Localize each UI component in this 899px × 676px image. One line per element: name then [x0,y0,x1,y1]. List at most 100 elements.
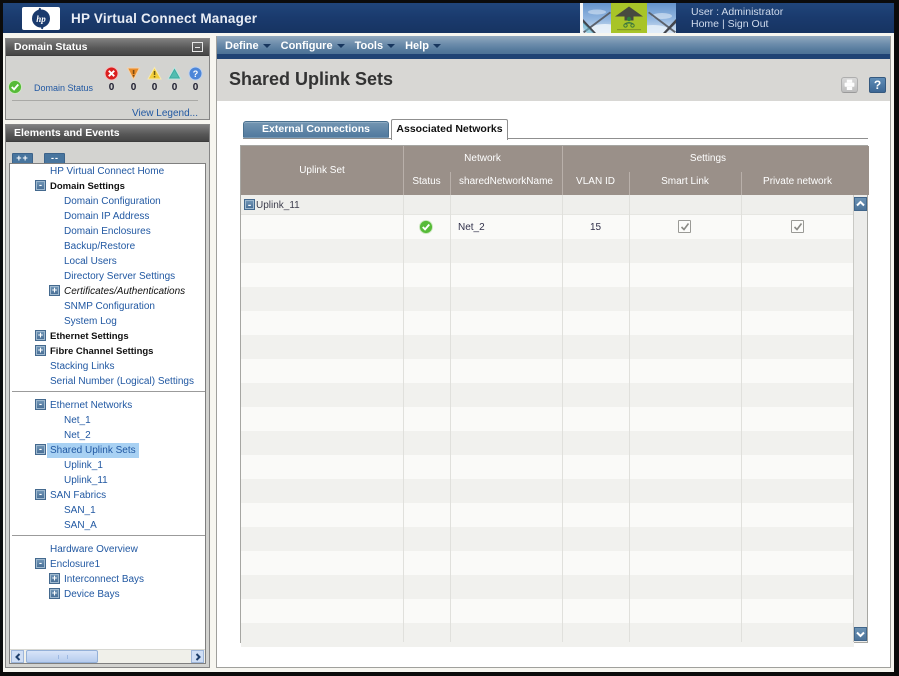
expand-node-icon[interactable]: + [50,589,59,598]
tree-item-stacking-links[interactable]: Stacking Links [50,359,114,374]
tree-item-san-1[interactable]: SAN_1 [64,503,96,518]
uplink-set-row[interactable]: - Uplink_11 [241,195,854,215]
collapse-node-icon[interactable]: - [36,400,45,409]
vertical-scrollbar[interactable] [853,195,867,642]
print-icon[interactable] [841,77,858,93]
network-row[interactable]: Net_2 15 [241,215,854,239]
tree-item-domain-enclosures[interactable]: Domain Enclosures [64,224,151,239]
tree-item: Domain Enclosures [10,224,205,239]
tree-separator [12,535,205,536]
tree-item-enclosure1[interactable]: Enclosure1 [50,557,100,572]
shared-network-name: Net_2 [458,222,485,233]
collapse-node-icon[interactable]: - [36,490,45,499]
expand-node-icon[interactable]: + [50,574,59,583]
tree-item-net-2[interactable]: Net_2 [64,428,91,443]
tree-item-uplink-11[interactable]: Uplink_11 [64,473,108,488]
collapse-panel-icon[interactable] [192,42,203,52]
expand-node-icon[interactable]: + [50,286,59,295]
smart-link-checkbox[interactable] [678,220,691,233]
tree-items: HP Virtual Connect Home-Domain SettingsD… [10,164,205,649]
tree-item-interconnect-bays[interactable]: Interconnect Bays [64,572,144,587]
tree-item: + Ethernet Settings [10,329,205,344]
tree-item-net-1[interactable]: Net_1 [64,413,91,428]
tree-item-hardware-overview[interactable]: Hardware Overview [50,542,138,557]
tree-item-directory-server-settings[interactable]: Directory Server Settings [64,269,175,284]
horizontal-scrollbar[interactable] [10,649,205,663]
tree-item: SAN_A [10,518,205,533]
tab-associated-networks[interactable]: Associated Networks [391,119,508,140]
collapse-node-icon[interactable]: - [36,559,45,568]
elements-panel-title: Elements and Events [14,127,120,139]
check-icon [793,222,803,232]
ok-icon [8,80,22,99]
tree-item: -Ethernet Networks [10,398,205,413]
tree-item-backup-restore[interactable]: Backup/Restore [64,239,135,254]
dropdown-arrow-icon [337,44,345,48]
menu-configure[interactable]: Configure [281,36,345,52]
private-network-checkbox[interactable] [791,220,804,233]
scroll-up-icon[interactable] [854,197,867,211]
column-line [629,195,630,642]
empty-table-row [241,359,854,383]
tree-item: SAN_1 [10,503,205,518]
collapse-node-icon[interactable]: - [36,445,45,454]
tree-item-snmp-configuration[interactable]: SNMP Configuration [64,299,155,314]
application-window: hp HP Virtual Connect Manager [0,0,899,676]
tree-item-fibre-channel-settings[interactable]: Fibre Channel Settings [50,344,153,359]
scroll-down-icon[interactable] [854,627,867,641]
tree-item-domain-configuration[interactable]: Domain Configuration [64,194,161,209]
tree-toolbar: ++ -- [6,142,209,162]
scrollbar-thumb[interactable] [26,650,98,663]
tree-separator [12,391,205,392]
scroll-right-icon[interactable] [191,650,204,663]
tree-item: Hardware Overview [10,542,205,557]
collapse-node-icon[interactable]: - [36,181,45,190]
view-legend-link[interactable]: View Legend... [132,108,198,119]
tree-item-san-a[interactable]: SAN_A [64,518,97,533]
menu-tools[interactable]: Tools [355,36,396,52]
empty-table-row [241,503,854,527]
top-banner: hp HP Virtual Connect Manager [3,3,894,33]
home-link[interactable]: Home [691,18,719,30]
tree-item-uplink-1[interactable]: Uplink_1 [64,458,103,473]
normal-count: 0 [167,82,182,93]
collapse-row-icon[interactable]: - [245,200,254,209]
tab-external-connections[interactable]: External Connections [243,121,389,138]
menu-bar: Define Configure Tools Help [217,36,890,59]
tree-item-local-users[interactable]: Local Users [64,254,117,269]
user-info: User : Administrator Home | Sign Out [691,6,783,30]
expand-node-icon[interactable]: + [36,331,45,340]
empty-table-row [241,575,854,599]
expand-node-icon[interactable]: + [36,346,45,355]
header-separator [403,146,404,195]
tree-item-hp-virtual-connect-home[interactable]: HP Virtual Connect Home [50,164,164,179]
header-separator [741,172,742,195]
tree-item-domain-ip-address[interactable]: Domain IP Address [64,209,149,224]
col-header-uplink-set: Uplink Set [241,146,403,195]
window-body: hp HP Virtual Connect Manager [3,3,894,672]
tree-item-shared-uplink-sets[interactable]: Shared Uplink Sets [47,443,139,458]
tree-item: Backup/Restore [10,239,205,254]
title-band: Shared Uplink Sets ? [217,59,890,101]
user-label: User : Administrator [691,6,783,18]
empty-table-row [241,455,854,479]
tree-item-domain-settings[interactable]: Domain Settings [50,179,125,194]
tree-item-system-log[interactable]: System Log [64,314,117,329]
tree-item-certificates-authentications[interactable]: Certificates/Authentications [64,284,185,299]
svg-text:hp: hp [36,14,46,24]
menu-define[interactable]: Define [225,36,271,52]
tree-item-ethernet-networks[interactable]: Ethernet Networks [50,398,132,413]
scroll-left-icon[interactable] [11,650,24,663]
tree-item-san-fabrics[interactable]: SAN Fabrics [50,488,106,503]
tree-item-serial-number-logical-settings[interactable]: Serial Number (Logical) Settings [50,374,194,389]
elements-panel-header: Elements and Events [6,125,209,142]
tree-item: + Interconnect Bays [10,572,205,587]
signout-link[interactable]: Sign Out [728,18,769,30]
tree-item-ethernet-settings[interactable]: Ethernet Settings [50,329,129,344]
tree-item-device-bays[interactable]: Device Bays [64,587,120,602]
domain-status-header: Domain Status [6,39,209,56]
tree-item: Local Users [10,254,205,269]
help-icon[interactable]: ? [869,77,886,93]
menu-help[interactable]: Help [405,36,441,52]
domain-status-link[interactable]: Domain Status [34,83,93,93]
